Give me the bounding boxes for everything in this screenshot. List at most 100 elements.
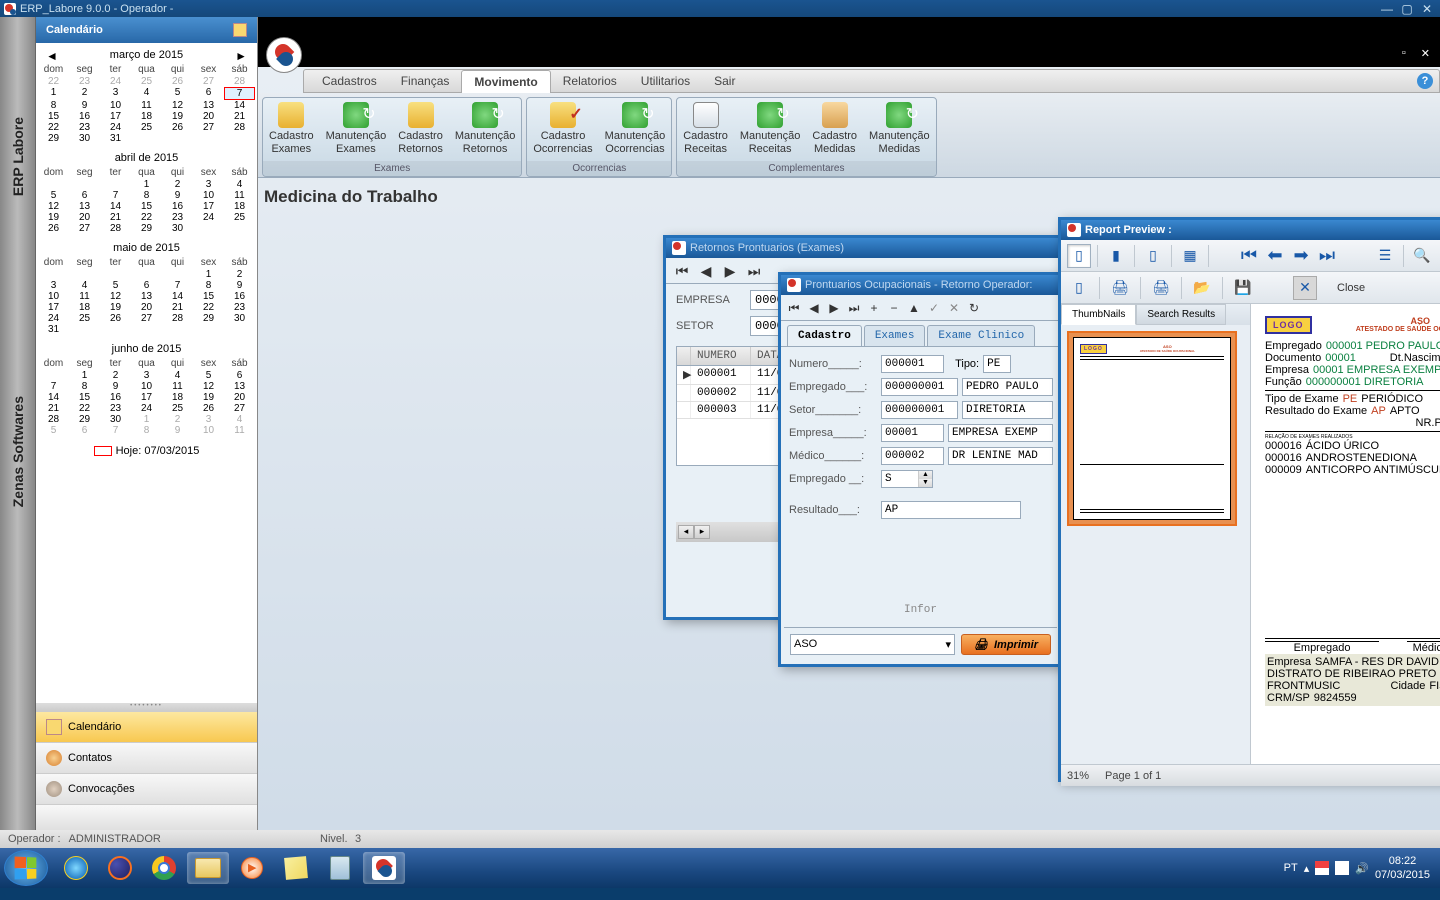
nav-last-icon[interactable]: ⏭ xyxy=(746,263,762,279)
empresa-cod-field[interactable] xyxy=(881,424,944,442)
medico-nome-field[interactable] xyxy=(948,447,1053,465)
cancel-icon[interactable]: ✕ xyxy=(947,301,961,315)
sidebar-grip[interactable]: •••••••• xyxy=(36,703,257,711)
ws-restore-button[interactable]: ▫ xyxy=(1402,47,1406,60)
today-cell[interactable]: 7 xyxy=(224,87,255,100)
tipo-field[interactable] xyxy=(983,355,1011,373)
start-button[interactable] xyxy=(4,850,48,886)
thumbnail-page-1[interactable]: LOGOASOATESTADO DE SAÚDE OCUPACIONAL xyxy=(1067,331,1237,526)
open-icon[interactable]: 📂 xyxy=(1190,276,1214,300)
zoom-100-icon[interactable]: ▯ xyxy=(1141,244,1165,268)
search-icon[interactable]: 🔍 xyxy=(1410,244,1434,268)
maximize-button[interactable]: ▢ xyxy=(1398,2,1416,16)
prev-page-icon[interactable]: ⬅ xyxy=(1263,244,1287,268)
menu-utilitarios[interactable]: Utilitarios xyxy=(629,70,702,92)
empregado2-stepper[interactable]: ▲▼ xyxy=(881,470,933,488)
print-icon[interactable]: 🖨 xyxy=(1108,276,1132,300)
sidebar-item-convocacoes[interactable]: Convocações xyxy=(36,773,257,804)
menu-cadastros[interactable]: Cadastros xyxy=(310,70,389,92)
empresa-nome-field[interactable] xyxy=(948,424,1053,442)
nav-last-icon[interactable]: ⏭ xyxy=(847,301,861,315)
lang-indicator[interactable]: PT xyxy=(1284,862,1298,874)
numero-field[interactable] xyxy=(881,355,944,373)
next-page-icon[interactable]: ➡ xyxy=(1289,244,1313,268)
month-next[interactable]: ► xyxy=(235,49,247,63)
taskbar-firefox[interactable] xyxy=(99,852,141,884)
ribbon-manutencao-ocorrencias[interactable]: ManutençãoOcorrencias xyxy=(599,100,672,161)
new-doc-icon[interactable]: ▯ xyxy=(1067,276,1091,300)
ribbon-manutencao-receitas[interactable]: ManutençãoReceitas xyxy=(734,100,807,161)
ribbon-cadastro-medidas[interactable]: CadastroMedidas xyxy=(806,100,863,161)
stepper-down-icon[interactable]: ▼ xyxy=(919,479,932,487)
ribbon-manutencao-medidas[interactable]: ManutençãoMedidas xyxy=(863,100,936,161)
sidebar-item-contatos[interactable]: Contatos xyxy=(36,742,257,773)
today-link[interactable]: Hoje: 07/03/2015 xyxy=(38,442,255,460)
zoom-page-icon[interactable]: ▯ xyxy=(1067,244,1091,268)
nav-prev-icon[interactable]: ◀ xyxy=(807,301,821,315)
print-button[interactable]: 🖨Imprimir xyxy=(961,634,1051,655)
empregado-nome-field[interactable] xyxy=(962,378,1053,396)
taskbar-erp-app[interactable] xyxy=(363,852,405,884)
sidebar-item-blank[interactable] xyxy=(36,804,257,830)
nav-next-icon[interactable]: ▶ xyxy=(827,301,841,315)
tab-cadastro[interactable]: Cadastro xyxy=(787,325,862,346)
taskbar-ie[interactable] xyxy=(55,852,97,884)
remove-icon[interactable]: − xyxy=(887,301,901,315)
clock[interactable]: 08:22 07/03/2015 xyxy=(1375,854,1430,883)
tray-chevron-icon[interactable]: ▴ xyxy=(1304,862,1310,875)
taskbar-calc[interactable] xyxy=(319,852,361,884)
resultado-field[interactable] xyxy=(881,501,1021,519)
taskbar-wmp[interactable] xyxy=(231,852,273,884)
scroll-left[interactable]: ◂ xyxy=(678,525,694,539)
save-icon[interactable]: 💾 xyxy=(1231,276,1255,300)
ribbon-cadastro-retornos[interactable]: CadastroRetornos xyxy=(392,100,449,161)
ribbon-manutencao-retornos[interactable]: ManutençãoRetornos xyxy=(449,100,522,161)
nav-first-icon[interactable]: ⏮ xyxy=(674,263,690,279)
nav-prev-icon[interactable]: ◀ xyxy=(698,263,714,279)
taskbar-notes[interactable] xyxy=(275,852,317,884)
close-button[interactable]: Close xyxy=(1337,282,1365,294)
help-button[interactable]: ? xyxy=(1417,73,1433,89)
ws-close-button[interactable]: ✕ xyxy=(1421,47,1430,60)
print-setup-icon[interactable]: 🖨 xyxy=(1149,276,1173,300)
ribbon-cadastro-ocorrencias[interactable]: CadastroOcorrencias xyxy=(527,100,598,161)
medico-cod-field[interactable] xyxy=(881,447,944,465)
menu-relatorios[interactable]: Relatorios xyxy=(551,70,629,92)
month-prev[interactable]: ◄ xyxy=(46,49,58,63)
minimize-button[interactable]: — xyxy=(1378,2,1396,16)
empregado-cod-field[interactable] xyxy=(881,378,958,396)
confirm-icon[interactable]: ✓ xyxy=(927,301,941,315)
network-icon[interactable] xyxy=(1335,861,1349,875)
close-doc-icon[interactable]: ✕ xyxy=(1293,276,1317,300)
outline-icon[interactable]: ☰ xyxy=(1373,244,1397,268)
menu-movimento[interactable]: Movimento xyxy=(461,70,550,93)
ribbon-cadastro-receitas[interactable]: CadastroReceitas xyxy=(677,100,734,161)
setor-nome-field[interactable] xyxy=(962,401,1053,419)
close-button[interactable]: ✕ xyxy=(1418,2,1436,16)
preview-pane[interactable]: LOGO ASO ATESTADO DE SAÚDE OCUPACIONAL E… xyxy=(1251,304,1440,764)
setor-cod-field[interactable] xyxy=(881,401,958,419)
win3-titlebar[interactable]: Report Preview : — ▢ ✕ xyxy=(1061,220,1440,240)
taskbar-explorer[interactable] xyxy=(187,852,229,884)
edit-icon[interactable]: ▲ xyxy=(907,301,921,315)
win2-titlebar[interactable]: Prontuarios Ocupacionais - Retorno Opera… xyxy=(781,275,1060,295)
last-page-icon[interactable]: ⏭ xyxy=(1315,244,1339,268)
stepper-up-icon[interactable]: ▲ xyxy=(919,471,932,479)
ribbon-manutencao-exames[interactable]: ManutençãoExames xyxy=(320,100,393,161)
add-icon[interactable]: + xyxy=(867,301,881,315)
first-page-icon[interactable]: ⏮ xyxy=(1237,244,1261,268)
ribbon-cadastro-exames[interactable]: CadastroExames xyxy=(263,100,320,161)
app-logo[interactable] xyxy=(266,37,302,73)
flag-icon[interactable] xyxy=(1315,861,1329,875)
taskbar-chrome[interactable] xyxy=(143,852,185,884)
refresh-icon[interactable]: ↻ xyxy=(967,301,981,315)
nav-next-icon[interactable]: ▶ xyxy=(722,263,738,279)
menu-financas[interactable]: Finanças xyxy=(389,70,462,92)
report-select[interactable]: ASO▾ xyxy=(790,634,955,655)
tab-search-results[interactable]: Search Results xyxy=(1136,304,1226,325)
nav-first-icon[interactable]: ⏮ xyxy=(787,301,801,315)
sidebar-item-calendario[interactable]: Calendário xyxy=(36,711,257,742)
volume-icon[interactable]: 🔊 xyxy=(1355,862,1369,875)
scroll-right[interactable]: ▸ xyxy=(694,525,710,539)
zoom-width-icon[interactable]: ▮ xyxy=(1104,244,1128,268)
